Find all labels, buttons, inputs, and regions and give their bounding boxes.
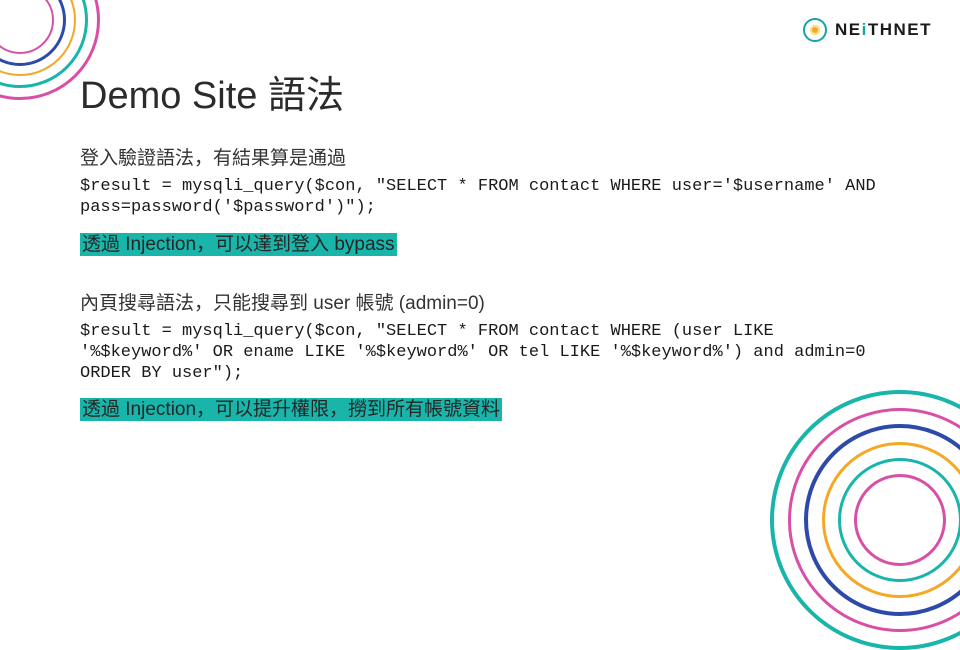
section-subtitle: 內頁搜尋語法，只能搜尋到 user 帳號 (admin=0) <box>80 288 904 315</box>
slide-content: Demo Site 語法 登入驗證語法，有結果算是通過 $result = my… <box>80 64 904 421</box>
highlight-note: 透過 Injection，可以提升權限，撈到所有帳號資料 <box>80 398 502 421</box>
brand-logo-icon <box>803 18 827 42</box>
brand-logo: NEiTHNET <box>803 18 932 42</box>
highlight-note: 透過 Injection，可以達到登入 bypass <box>80 233 397 256</box>
section-subtitle: 登入驗證語法，有結果算是通過 <box>80 143 904 170</box>
slide-title: Demo Site 語法 <box>80 64 904 119</box>
decorative-arc-bottom-right <box>770 390 960 650</box>
code-block: $result = mysqli_query($con, "SELECT * F… <box>80 321 904 385</box>
brand-logo-text: NEiTHNET <box>835 20 932 40</box>
code-block: $result = mysqli_query($con, "SELECT * F… <box>80 176 904 219</box>
